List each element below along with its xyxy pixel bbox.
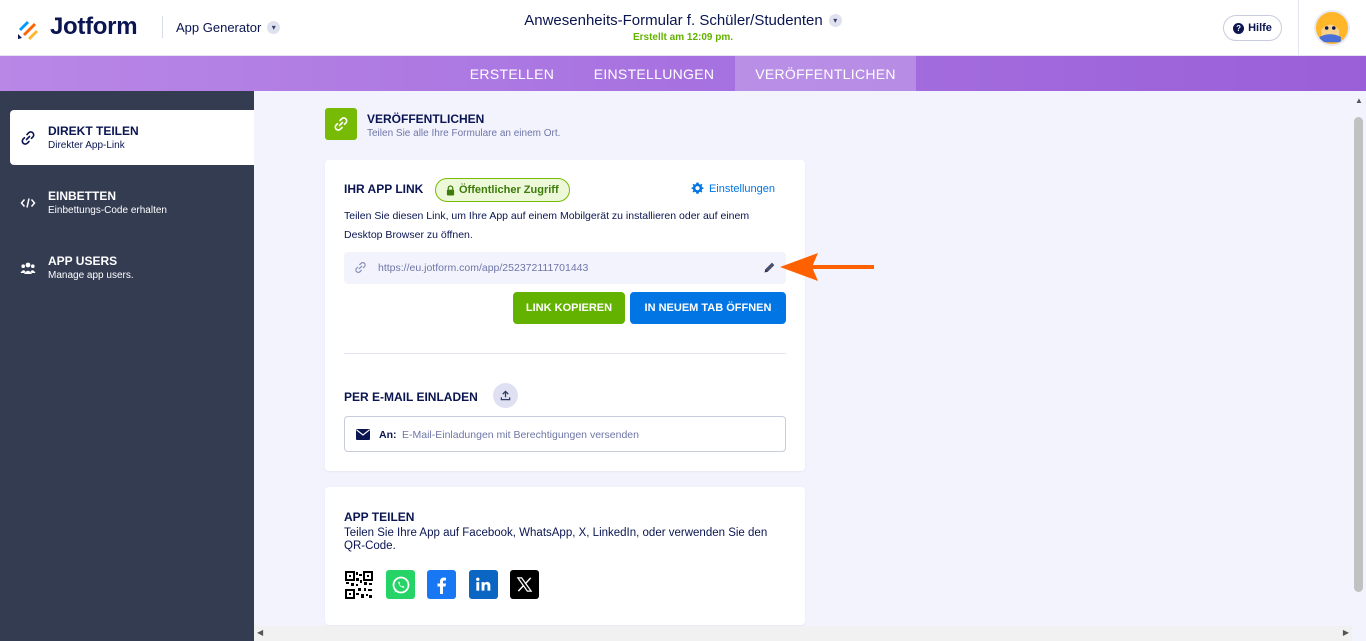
pencil-icon[interactable] — [763, 261, 776, 274]
annotation-arrow — [780, 253, 874, 281]
sidebar-item-direkt-teilen[interactable]: DIREKT TEILEN Direkter App-Link — [10, 110, 254, 165]
sidebar-item-title: EINBETTEN — [48, 189, 117, 203]
help-button[interactable]: ? Hilfe — [1223, 15, 1282, 41]
copy-link-button[interactable]: LINK KOPIEREN — [513, 292, 625, 324]
users-icon — [20, 262, 36, 274]
settings-link[interactable]: Einstellungen — [691, 182, 775, 195]
section-description: Teilen Sie alle Ihre Formulare an einem … — [367, 128, 561, 139]
sidebar-item-desc: Direkter App-Link — [48, 140, 125, 151]
link-icon — [325, 108, 357, 140]
access-badge-label: Öffentlicher Zugriff — [459, 184, 559, 196]
header-divider — [1298, 0, 1299, 56]
link-icon — [21, 131, 35, 145]
app-link-title: IHR APP LINK — [344, 182, 424, 196]
app-url-field[interactable]: https://eu.jotform.com/app/2523721117014… — [344, 252, 786, 284]
sidebar-item-einbetten[interactable]: EINBETTEN Einbettungs-Code erhalten — [10, 175, 254, 230]
tab-veroeffentlichen[interactable]: VERÖFFENTLICHEN — [735, 56, 916, 91]
share-description: Teilen Sie Ihre App auf Facebook, WhatsA… — [344, 527, 768, 552]
settings-link-label: Einstellungen — [708, 182, 775, 195]
horizontal-scrollbar[interactable]: ◀ ▶ — [254, 626, 1352, 641]
share-app-card: APP TEILEN Teilen Sie Ihre App auf Faceb… — [325, 487, 805, 625]
gear-icon — [691, 182, 704, 194]
scrollbar-thumb[interactable] — [1354, 117, 1363, 592]
form-title[interactable]: Anwesenheits-Formular f. Schüler/Student… — [524, 12, 842, 29]
sidebar-item-desc: Manage app users. — [48, 270, 134, 281]
linkedin-icon[interactable] — [469, 570, 498, 599]
qr-code-icon[interactable] — [344, 570, 373, 599]
created-timestamp: Erstellt am 12:09 pm. — [632, 32, 734, 43]
tab-einstellungen[interactable]: EINSTELLUNGEN — [584, 56, 724, 91]
sidebar: DIREKT TEILEN Direkter App-Link EINBETTE… — [0, 91, 254, 641]
sidebar-item-title: DIREKT TEILEN — [48, 124, 139, 138]
form-title-text: Anwesenheits-Formular f. Schüler/Student… — [524, 12, 823, 29]
email-to-label: An: — [379, 429, 397, 441]
access-badge[interactable]: Öffentlicher Zugriff — [435, 178, 570, 202]
app-url: https://eu.jotform.com/app/2523721117014… — [378, 262, 589, 274]
share-title: APP TEILEN — [344, 510, 415, 524]
open-new-tab-button[interactable]: IN NEUEM TAB ÖFFNEN — [630, 292, 786, 324]
section-title: VERÖFFENTLICHEN — [367, 112, 485, 126]
email-placeholder: E-Mail-Einladungen mit Berechtigungen ve… — [402, 429, 639, 441]
email-invite-title: PER E-MAIL EINLADEN — [344, 390, 478, 404]
scroll-up-arrow-icon[interactable]: ▲ — [1355, 96, 1363, 105]
sidebar-item-app-users[interactable]: APP USERS Manage app users. — [10, 240, 254, 295]
envelope-icon — [356, 429, 370, 440]
avatar-image — [1316, 12, 1345, 43]
vertical-scrollbar[interactable]: ▲ — [1352, 91, 1366, 626]
divider — [344, 353, 786, 354]
facebook-icon[interactable] — [427, 570, 456, 599]
tab-erstellen[interactable]: ERSTELLEN — [458, 56, 566, 91]
x-icon[interactable] — [510, 570, 539, 599]
top-bar: Jotform App Generator ▾ Anwesenheits-For… — [0, 0, 1366, 56]
sidebar-item-title: APP USERS — [48, 254, 118, 268]
help-label: Hilfe — [1248, 22, 1272, 34]
lock-icon — [446, 184, 455, 195]
link-icon — [355, 262, 366, 273]
app-link-description: Teilen Sie diesen Link, um Ihre App auf … — [344, 210, 750, 241]
avatar[interactable] — [1314, 10, 1350, 46]
app-link-card: IHR APP LINK Öffentlicher Zugriff Einste… — [325, 160, 805, 471]
email-invite-input[interactable]: An: E-Mail-Einladungen mit Berechtigunge… — [344, 416, 786, 452]
scroll-left-arrow-icon[interactable]: ◀ — [257, 628, 263, 637]
scroll-right-arrow-icon[interactable]: ▶ — [1343, 628, 1349, 637]
whatsapp-icon[interactable] — [386, 570, 415, 599]
chevron-down-icon: ▾ — [828, 14, 842, 27]
main-tab-bar: ERSTELLEN EINSTELLUNGEN VERÖFFENTLICHEN — [0, 56, 1366, 91]
upload-icon[interactable] — [493, 383, 518, 408]
sidebar-item-desc: Einbettungs-Code erhalten — [48, 205, 167, 216]
section-header: VERÖFFENTLICHEN Teilen Sie alle Ihre For… — [325, 108, 560, 140]
help-icon: ? — [1233, 22, 1245, 34]
form-title-area: Anwesenheits-Formular f. Schüler/Student… — [0, 12, 1366, 43]
code-icon — [20, 198, 36, 208]
